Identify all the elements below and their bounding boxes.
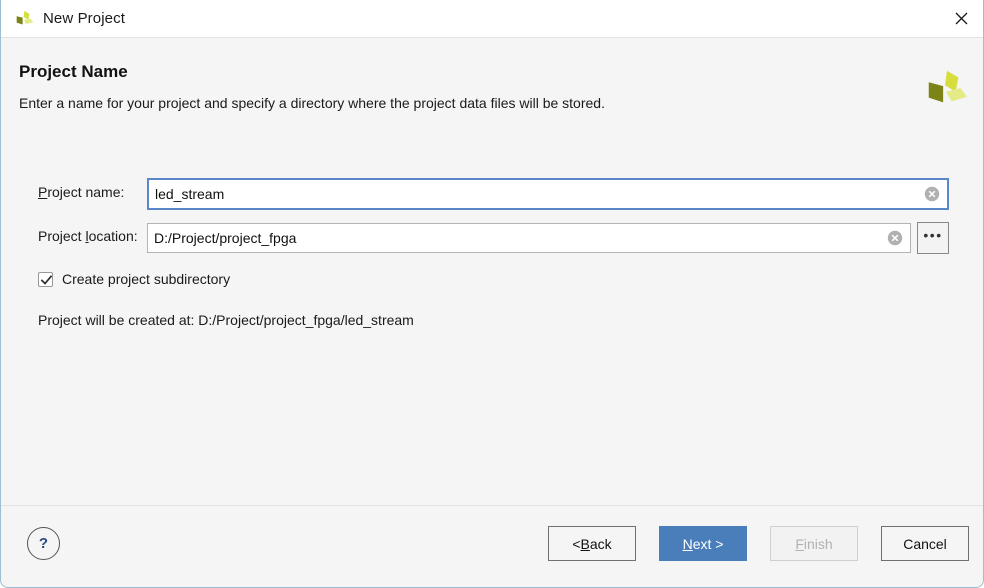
create-subdirectory-row[interactable]: Create project subdirectory	[38, 271, 230, 287]
back-button[interactable]: < Back	[548, 526, 636, 561]
created-at-text: Project will be created at: D:/Project/p…	[38, 312, 414, 328]
finish-button-rest: inish	[804, 536, 833, 552]
clear-circle-icon[interactable]	[924, 186, 940, 202]
project-location-label-rest: ocation:	[89, 228, 138, 244]
project-location-value: D:/Project/project_fpga	[148, 230, 887, 246]
footer-divider	[1, 505, 984, 506]
project-name-label-rest: roject name:	[47, 184, 124, 200]
project-location-row: Project location: D:/Project/project_fpg…	[1, 222, 984, 252]
vivado-pinwheel-logo-icon	[13, 8, 35, 30]
title-bar: New Project	[1, 0, 984, 38]
project-location-input[interactable]: D:/Project/project_fpga	[147, 223, 911, 253]
project-location-label: Project location:	[38, 228, 138, 244]
next-button-rest: ext >	[693, 536, 724, 552]
next-button-mnemonic: N	[683, 536, 693, 552]
project-name-value: led_stream	[149, 186, 924, 202]
window-title: New Project	[43, 10, 125, 27]
dialog-header: Project Name Enter a name for your proje…	[1, 38, 984, 130]
page-subtitle: Enter a name for your project and specif…	[19, 95, 605, 111]
back-button-rest: ack	[590, 536, 612, 552]
cancel-button[interactable]: Cancel	[881, 526, 969, 561]
project-name-row: Project name: led_stream	[1, 178, 984, 208]
back-button-mnemonic: B	[581, 536, 590, 552]
project-name-label-mnemonic: P	[38, 184, 47, 200]
created-at-path: D:/Project/project_fpga/led_stream	[198, 312, 414, 328]
page-title: Project Name	[19, 62, 128, 82]
finish-button-mnemonic: F	[795, 536, 804, 552]
clear-circle-icon[interactable]	[887, 230, 903, 246]
dialog-button-bar: < Back Next > Finish Cancel	[548, 526, 969, 561]
new-project-dialog: New Project Project Name Enter a name fo…	[0, 0, 984, 588]
finish-button: Finish	[770, 526, 858, 561]
project-name-label: Project name:	[38, 184, 124, 200]
checkmark-icon	[40, 274, 53, 287]
create-subdirectory-label: Create project subdirectory	[62, 271, 230, 287]
help-button[interactable]: ?	[27, 527, 60, 560]
close-icon	[954, 11, 969, 26]
project-location-label-prefix: Project	[38, 228, 85, 244]
cancel-button-prefix: Cancel	[903, 536, 947, 552]
create-subdirectory-checkbox[interactable]	[38, 272, 53, 287]
next-button[interactable]: Next >	[659, 526, 747, 561]
browse-button[interactable]: •••	[917, 222, 949, 254]
back-button-prefix: <	[572, 536, 580, 552]
project-name-input[interactable]: led_stream	[147, 178, 949, 210]
close-button[interactable]	[937, 0, 984, 37]
vivado-pinwheel-logo-large-icon	[923, 66, 969, 112]
created-at-label: Project will be created at:	[38, 312, 198, 328]
